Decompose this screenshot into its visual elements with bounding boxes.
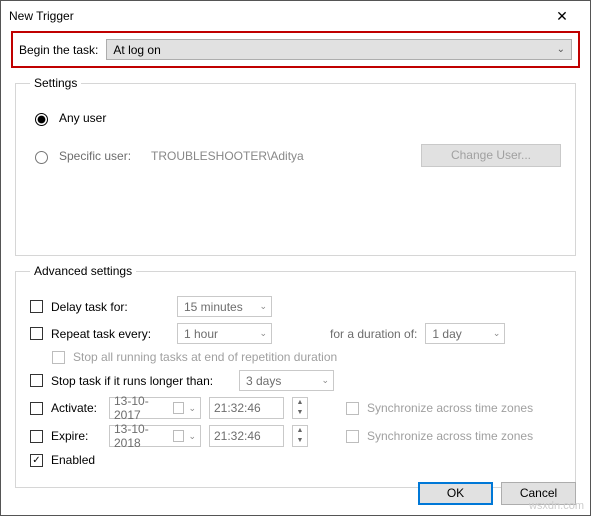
- activate-date-value: 13-10-2017: [114, 394, 169, 422]
- begin-task-value: At log on: [113, 43, 160, 57]
- chevron-down-icon: ⌄: [259, 301, 267, 312]
- activate-sync-label: Synchronize across time zones: [367, 401, 533, 415]
- expire-sync-checkbox: [346, 430, 359, 443]
- spin-down-icon: ▼: [293, 408, 307, 418]
- stop-if-value: 3 days: [246, 374, 281, 388]
- expire-checkbox[interactable]: [30, 430, 43, 443]
- dialog-window: New Trigger ✕ Begin the task: At log on …: [0, 0, 591, 516]
- specific-user-label: Specific user:: [59, 149, 143, 163]
- repeat-checkbox[interactable]: [30, 327, 43, 340]
- specific-user-radio[interactable]: [35, 151, 48, 164]
- specific-user-row: Specific user: TROUBLESHOOTER\Aditya Cha…: [30, 144, 561, 167]
- expire-time-spinner: ▲ ▼: [292, 425, 308, 447]
- settings-group: Settings Any user Specific user: TROUBLE…: [15, 76, 576, 256]
- spin-down-icon: ▼: [293, 436, 307, 446]
- activate-sync-checkbox: [346, 402, 359, 415]
- enabled-checkbox[interactable]: ✓: [30, 454, 43, 467]
- duration-label: for a duration of:: [330, 327, 417, 341]
- stop-if-select: 3 days ⌄: [239, 370, 334, 391]
- repeat-select: 1 hour ⌄: [177, 323, 272, 344]
- chevron-down-icon: ⌄: [188, 403, 196, 414]
- delay-checkbox[interactable]: [30, 300, 43, 313]
- specific-user-value: TROUBLESHOOTER\Aditya: [151, 149, 413, 163]
- spin-up-icon: ▲: [293, 398, 307, 408]
- expire-sync-row: Synchronize across time zones: [346, 429, 533, 443]
- close-icon[interactable]: ✕: [542, 8, 582, 25]
- content-area: Begin the task: At log on ⌄ Settings Any…: [1, 31, 590, 498]
- change-user-button: Change User...: [421, 144, 561, 167]
- activate-date-input: 13-10-2017 ⌄: [109, 397, 201, 419]
- expire-time-value: 21:32:46: [214, 429, 261, 443]
- chevron-down-icon: ⌄: [493, 328, 501, 339]
- stop-if-row: Stop task if it runs longer than: 3 days…: [30, 370, 561, 391]
- expire-date-input: 13-10-2018 ⌄: [109, 425, 201, 447]
- duration-value: 1 day: [432, 327, 461, 341]
- ok-button[interactable]: OK: [418, 482, 493, 505]
- window-title: New Trigger: [9, 9, 542, 23]
- enabled-row: ✓ Enabled: [30, 453, 561, 467]
- repeat-value: 1 hour: [184, 327, 218, 341]
- begin-task-combo[interactable]: At log on ⌄: [106, 39, 572, 60]
- activate-time-input: 21:32:46: [209, 397, 284, 419]
- delay-value: 15 minutes: [184, 300, 243, 314]
- begin-task-row: Begin the task: At log on ⌄: [11, 31, 580, 68]
- spin-up-icon: ▲: [293, 426, 307, 436]
- expire-label: Expire:: [51, 429, 101, 443]
- activate-row: Activate: 13-10-2017 ⌄ 21:32:46 ▲ ▼ Sync…: [30, 397, 561, 419]
- expire-date-value: 13-10-2018: [114, 422, 169, 450]
- advanced-legend: Advanced settings: [30, 264, 136, 278]
- delay-label: Delay task for:: [51, 300, 169, 314]
- advanced-group: Advanced settings Delay task for: 15 min…: [15, 264, 576, 488]
- expire-sync-label: Synchronize across time zones: [367, 429, 533, 443]
- any-user-label: Any user: [59, 111, 106, 125]
- any-user-radio[interactable]: [35, 113, 48, 126]
- chevron-down-icon: ⌄: [557, 44, 565, 55]
- duration-select: 1 day ⌄: [425, 323, 505, 344]
- begin-task-label: Begin the task:: [19, 43, 98, 57]
- stop-if-checkbox[interactable]: [30, 374, 43, 387]
- chevron-down-icon: ⌄: [259, 328, 267, 339]
- any-user-row: Any user: [30, 110, 561, 126]
- calendar-icon: [173, 402, 184, 414]
- stop-if-label: Stop task if it runs longer than:: [51, 374, 231, 388]
- stop-all-checkbox: [52, 351, 65, 364]
- activate-time-spinner: ▲ ▼: [292, 397, 308, 419]
- expire-row: Expire: 13-10-2018 ⌄ 21:32:46 ▲ ▼ Synchr…: [30, 425, 561, 447]
- activate-sync-row: Synchronize across time zones: [346, 401, 533, 415]
- stop-all-label: Stop all running tasks at end of repetit…: [73, 350, 337, 364]
- delay-row: Delay task for: 15 minutes ⌄: [30, 296, 561, 317]
- activate-checkbox[interactable]: [30, 402, 43, 415]
- expire-time-input: 21:32:46: [209, 425, 284, 447]
- enabled-label: Enabled: [51, 453, 95, 467]
- chevron-down-icon: ⌄: [188, 431, 196, 442]
- delay-select: 15 minutes ⌄: [177, 296, 272, 317]
- chevron-down-icon: ⌄: [321, 375, 329, 386]
- stop-all-row: Stop all running tasks at end of repetit…: [52, 350, 561, 364]
- repeat-row: Repeat task every: 1 hour ⌄ for a durati…: [30, 323, 561, 344]
- calendar-icon: [173, 430, 184, 442]
- activate-time-value: 21:32:46: [214, 401, 261, 415]
- settings-legend: Settings: [30, 76, 81, 90]
- repeat-label: Repeat task every:: [51, 327, 169, 341]
- watermark: wsxdn.com: [529, 500, 584, 512]
- titlebar: New Trigger ✕: [1, 1, 590, 31]
- activate-label: Activate:: [51, 401, 101, 415]
